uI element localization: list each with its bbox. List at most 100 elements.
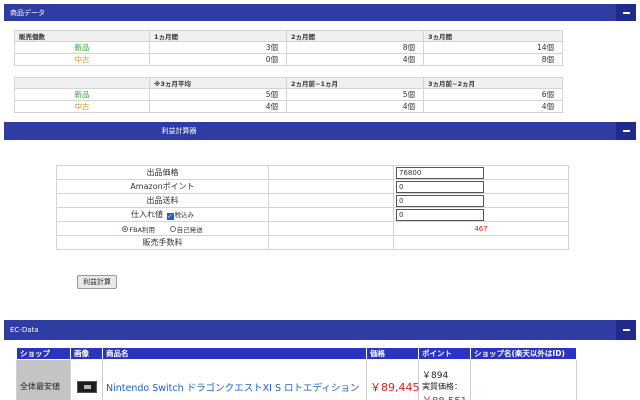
form-row: 出品価格 bbox=[56, 165, 569, 180]
product-name-link[interactable]: Nintendo Switch ドラゴンクエストXI S ロトエディション bbox=[106, 383, 359, 394]
profit-calculator-header: 利益計算器 bbox=[4, 122, 636, 140]
price-cell: ￥89,445 bbox=[366, 359, 420, 400]
minus-icon bbox=[622, 329, 630, 331]
table-header: 3ヵ月間 bbox=[423, 30, 563, 42]
table-cell: 6個 bbox=[423, 88, 563, 101]
table-cell: 5個 bbox=[286, 88, 424, 101]
tax-included-checkbox[interactable]: ✓ bbox=[166, 213, 174, 220]
ec-data-header: EC-Data bbox=[4, 320, 636, 340]
table-header: 価格 bbox=[366, 347, 419, 360]
real-price-value: ￥88,551 bbox=[422, 392, 467, 400]
fba-radio[interactable] bbox=[122, 225, 129, 232]
input-cell bbox=[393, 193, 569, 208]
sales-average-table: ※3ヵ月平均 2ヵ月前~1ヵ月 3ヵ月前~2ヵ月 新品 5個 5個 6個 中古 … bbox=[14, 77, 563, 113]
table-cell: 14個 bbox=[423, 41, 563, 54]
table-header: ポイント bbox=[418, 347, 471, 360]
input-cell bbox=[393, 207, 569, 222]
form-row: 出品送料 bbox=[56, 193, 569, 208]
table-header: 3ヵ月前~2ヵ月 bbox=[423, 77, 563, 89]
price-label: 出品価格 bbox=[56, 165, 269, 180]
ec-data-title: EC-Data bbox=[10, 326, 39, 334]
table-header: ショップ名(楽天以外はID) bbox=[470, 347, 577, 360]
spacer-cell bbox=[268, 221, 394, 236]
table-cell: 4個 bbox=[286, 100, 424, 113]
table-row: 中古 0個 4個 8個 bbox=[14, 53, 563, 66]
shop-cell: 全体最安値 bbox=[16, 359, 71, 400]
table-header: 2ヵ月前~1ヵ月 bbox=[286, 77, 424, 89]
fee-label: 販売手数料 bbox=[56, 235, 269, 250]
price-input[interactable] bbox=[396, 166, 484, 179]
table-header-row: ショップ 画像 商品名 価格 ポイント ショップ名(楽天以外はID) bbox=[16, 347, 631, 360]
input-cell bbox=[393, 179, 569, 194]
new-label: 新品 bbox=[14, 88, 150, 101]
spacer-cell bbox=[393, 235, 569, 250]
product-name-cell: Nintendo Switch ドラゴンクエストXI S ロトエディション bbox=[102, 359, 367, 400]
profit-calculator-form: 出品価格 Amazonポイント 出品送料 仕入れ値 ✓税込み FBA利用 自己発… bbox=[56, 165, 569, 250]
product-data-collapse-button[interactable] bbox=[616, 4, 636, 21]
table-cell: 0個 bbox=[149, 53, 287, 66]
table-cell: 4個 bbox=[149, 100, 287, 113]
shipping-input[interactable] bbox=[396, 194, 484, 207]
product-data-title: 商品データ bbox=[10, 8, 45, 17]
form-row: Amazonポイント bbox=[56, 179, 569, 194]
profit-calculator-title: 利益計算器 bbox=[161, 127, 197, 135]
table-cell: 4個 bbox=[423, 100, 563, 113]
self-ship-option[interactable]: 自己発送 bbox=[169, 224, 203, 234]
minus-icon bbox=[622, 130, 630, 132]
spacer-cell bbox=[268, 179, 394, 194]
form-row: FBA利用 自己発送 467 bbox=[56, 221, 569, 236]
table-header: ショップ bbox=[16, 347, 71, 360]
used-label: 中古 bbox=[14, 100, 150, 113]
table-header: 2ヵ月間 bbox=[286, 30, 424, 42]
table-cell: 4個 bbox=[286, 53, 424, 66]
table-row: 中古 4個 4個 4個 bbox=[14, 100, 563, 113]
table-header-row: ※3ヵ月平均 2ヵ月前~1ヵ月 3ヵ月前~2ヵ月 bbox=[14, 77, 563, 89]
fba-option[interactable]: FBA利用 bbox=[122, 224, 155, 234]
spacer-cell bbox=[268, 235, 394, 250]
table-header: 販売個数 bbox=[14, 30, 150, 42]
points-label: Amazonポイント bbox=[56, 179, 269, 194]
image-cell bbox=[70, 359, 103, 400]
spacer-cell bbox=[268, 193, 394, 208]
shop-name-cell bbox=[470, 359, 577, 400]
input-cell bbox=[393, 165, 569, 180]
table-header-blank bbox=[576, 347, 631, 360]
spacer-cell bbox=[268, 207, 394, 222]
profit-calculator-collapse-button[interactable] bbox=[616, 122, 636, 140]
table-row: 新品 3個 8個 14個 bbox=[14, 41, 563, 54]
table-header: 画像 bbox=[70, 347, 103, 360]
cost-label: 仕入れ値 bbox=[130, 210, 163, 219]
table-cell: 3個 bbox=[149, 41, 287, 54]
product-data-header: 商品データ bbox=[4, 4, 636, 21]
product-price: ￥89,445 bbox=[370, 380, 420, 394]
shipping-method-cell: FBA利用 自己発送 bbox=[56, 221, 269, 236]
calculate-profit-button[interactable]: 利益計算 bbox=[77, 275, 117, 289]
table-header-row: 販売個数 1ヵ月間 2ヵ月間 3ヵ月間 bbox=[14, 30, 563, 42]
fba-label: FBA利用 bbox=[129, 225, 156, 234]
table-row: 新品 5個 5個 6個 bbox=[14, 88, 563, 101]
table-header bbox=[14, 77, 150, 89]
used-label: 中古 bbox=[14, 53, 150, 66]
minus-icon bbox=[622, 11, 630, 14]
form-row: 販売手数料 bbox=[56, 235, 569, 250]
blank-cell bbox=[577, 360, 631, 400]
table-row: 全体最安値 Nintendo Switch ドラゴンクエストXI S ロトエディ… bbox=[16, 359, 631, 400]
cost-input[interactable] bbox=[396, 208, 484, 221]
table-cell: 8個 bbox=[423, 53, 563, 66]
shipping-label: 出品送料 bbox=[56, 193, 269, 208]
sales-count-table: 販売個数 1ヵ月間 2ヵ月間 3ヵ月間 新品 3個 8個 14個 中古 0個 4… bbox=[14, 30, 563, 66]
table-header: 1ヵ月間 bbox=[149, 30, 287, 42]
self-ship-label: 自己発送 bbox=[176, 225, 203, 234]
spacer-cell bbox=[268, 165, 394, 180]
points-cell: ￥894 実質価格： ￥88,551 bbox=[418, 359, 471, 400]
self-ship-radio[interactable] bbox=[169, 225, 176, 232]
points-input[interactable] bbox=[396, 180, 484, 193]
table-header: ※3ヵ月平均 bbox=[149, 77, 287, 89]
table-cell: 8個 bbox=[286, 41, 424, 54]
cost-cell: 仕入れ値 ✓ 税込み bbox=[56, 207, 269, 222]
real-price-label: 実質価格： bbox=[422, 382, 462, 391]
fee-result: 467 bbox=[393, 221, 569, 236]
product-thumbnail[interactable] bbox=[76, 380, 97, 393]
ec-data-collapse-button[interactable] bbox=[616, 320, 636, 340]
points-value: ￥894 bbox=[422, 371, 449, 381]
